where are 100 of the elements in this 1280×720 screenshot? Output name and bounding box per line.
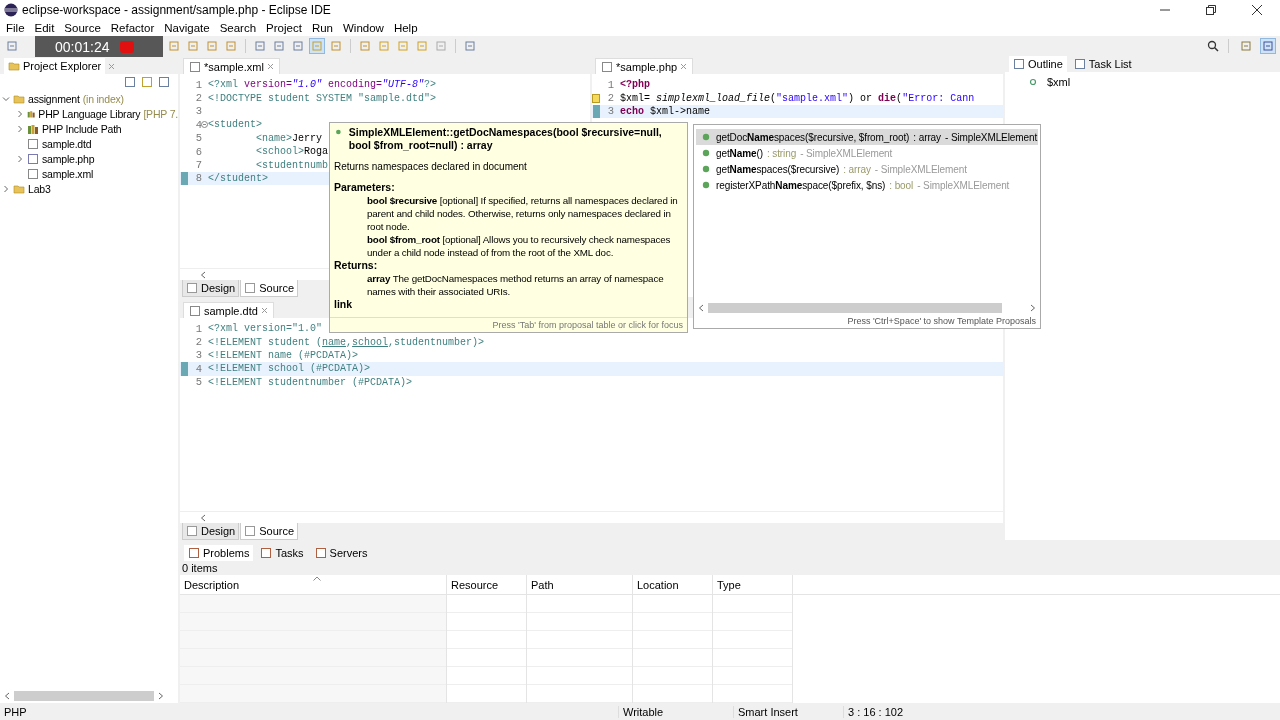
tree-label: assignment	[28, 92, 80, 105]
close-icon[interactable]	[1252, 5, 1262, 15]
tree-item[interactable]: assignment (in index)	[0, 91, 178, 106]
scrollbar-thumb[interactable]	[708, 303, 1002, 313]
code-line: <!ELEMENT name (#PCDATA)>	[208, 349, 359, 361]
chevron-right-icon[interactable]	[16, 154, 24, 163]
file-icon	[27, 137, 39, 150]
status-position: 3 : 16 : 102	[843, 705, 963, 718]
folder-icon	[8, 60, 20, 72]
tree-label: sample.xml	[42, 167, 94, 180]
method-icon	[700, 131, 712, 143]
doc-summary: Returns namespaces declared in document	[334, 160, 528, 173]
folder-icon	[13, 92, 25, 105]
menu-item[interactable]: Help	[388, 20, 423, 36]
line-number: 1	[607, 78, 614, 91]
file-icon	[189, 304, 201, 317]
code-line: <!ELEMENT studentnumber (#PCDATA)>	[208, 376, 413, 388]
change-marker	[593, 104, 600, 119]
menu-item[interactable]: File	[1, 20, 30, 36]
view-tab[interactable]: Outline	[1009, 56, 1067, 72]
status-insert: Smart Insert	[733, 705, 843, 718]
popup-hint: Press 'Tab' from proposal table or click for focus	[330, 317, 687, 332]
scroll-left-icon[interactable]	[4, 692, 10, 700]
scrollbar-thumb[interactable]	[14, 691, 154, 701]
view-tab[interactable]: Tasks	[256, 545, 308, 561]
code-line: <student>	[208, 119, 262, 131]
view-tab[interactable]: Design	[182, 280, 240, 297]
line-number: 4	[195, 362, 202, 375]
tree-label: sample.dtd	[42, 137, 92, 150]
menu-item[interactable]: Source	[59, 20, 106, 36]
code-line: <?php	[620, 79, 650, 91]
menu-item[interactable]: Window	[338, 20, 389, 36]
file-icon	[189, 60, 201, 73]
proposal-item[interactable]: getName() : string - SimpleXMLElement	[696, 145, 1038, 161]
recording-time: 00:01:24	[55, 38, 110, 55]
method-icon	[700, 147, 712, 159]
popup-hint: Press 'Ctrl+Space' to show Template Proposals	[846, 315, 1037, 328]
line-number: 2	[195, 92, 202, 105]
column-header[interactable]: Resource	[447, 575, 526, 595]
tree-item[interactable]: PHP Language Library [PHP 7.	[0, 106, 178, 121]
menu-item[interactable]: Navigate	[159, 20, 215, 36]
code-line: <studentnumb	[255, 159, 328, 171]
menu-item[interactable]: Edit	[29, 20, 60, 36]
scroll-left-icon[interactable]	[200, 270, 206, 279]
line-number: 4	[195, 118, 202, 131]
tree-item[interactable]: PHP Include Path	[0, 121, 178, 136]
record-icon[interactable]	[119, 40, 134, 53]
column-header[interactable]: Path	[527, 575, 632, 595]
tree-item[interactable]: sample.dtd	[0, 136, 178, 151]
view-tab[interactable]: Source	[240, 280, 299, 297]
proposal-item[interactable]: getNamespaces($recursive) : array - SimpleXMLElement	[696, 161, 1038, 177]
chevron-down-icon[interactable]	[2, 94, 10, 103]
scroll-left-icon[interactable]	[698, 304, 704, 312]
view-tab[interactable]: Source	[240, 523, 299, 540]
line-number: 2	[195, 336, 202, 349]
tree-item[interactable]: sample.xml	[0, 166, 178, 181]
column-header[interactable]: Type	[713, 575, 792, 595]
menu-item[interactable]: Refactor	[105, 20, 160, 36]
editor-tab[interactable]: *sample.php	[595, 58, 694, 74]
outline-item[interactable]: $xml	[1047, 76, 1071, 88]
folder-icon	[13, 182, 25, 195]
code-line: <!ELEMENT school (#PCDATA)>	[208, 363, 371, 375]
menu-item[interactable]: Project	[261, 20, 307, 36]
code-line: $xml= simplexml_load_file("sample.xml") or die("Error: Cann	[620, 92, 975, 104]
scroll-right-icon[interactable]	[158, 692, 164, 700]
view-tab[interactable]: Problems	[184, 545, 254, 561]
doc-link[interactable]: link	[334, 298, 683, 311]
menu-item[interactable]: Run	[306, 20, 338, 36]
code-line: <!DOCTYPE student SYSTEM "sample.dtd">	[208, 92, 437, 104]
window-title: eclipse-workspace - assignment/sample.php - Eclipse IDE	[22, 3, 331, 17]
tree-item[interactable]: sample.php	[0, 151, 178, 166]
proposal-item[interactable]: registerXPathNamespace($prefix, $ns) : bool - SimpleXMLElement	[696, 177, 1038, 193]
doc-paragraph: bool $recursive [optional] If specified, returns all namespaces declared in parent and child nodes. Otherwise, returns only namespaces declared in root node.	[366, 194, 679, 233]
view-tab[interactable]: Project Explorer	[4, 58, 106, 74]
tree-item[interactable]: Lab3	[0, 181, 178, 196]
fold-icon[interactable]	[201, 121, 208, 129]
file-icon	[601, 60, 613, 73]
scroll-left-icon[interactable]	[200, 513, 206, 522]
search-icon[interactable]	[1207, 40, 1219, 52]
restore-icon[interactable]	[1206, 5, 1216, 15]
line-number: 2	[607, 92, 614, 105]
tree-label: sample.php	[42, 152, 95, 165]
code-line: <?xml version="1.0"	[208, 323, 323, 335]
editor-tab[interactable]: *sample.xml	[183, 58, 280, 74]
editor-tab[interactable]: sample.dtd	[183, 302, 274, 318]
line-number: 6	[195, 145, 202, 158]
scroll-right-icon[interactable]	[1030, 304, 1036, 312]
view-tab[interactable]: Task List	[1069, 56, 1136, 72]
line-number: 8	[195, 172, 202, 185]
view-tab[interactable]: Servers	[310, 545, 372, 561]
column-header[interactable]: Location	[633, 575, 712, 595]
menu-item[interactable]: Search	[214, 20, 262, 36]
doc-heading: Parameters:	[334, 181, 396, 194]
view-tab[interactable]: Design	[182, 523, 240, 540]
code-line: </student>	[208, 172, 268, 184]
method-icon	[700, 179, 712, 191]
file-icon	[27, 152, 39, 165]
code-line: <school>Roga	[255, 146, 329, 158]
chevron-right-icon[interactable]	[2, 184, 10, 193]
proposal-item[interactable]: getDocNamespaces($recursive, $from_root) : array - SimpleXMLElement	[696, 129, 1038, 145]
